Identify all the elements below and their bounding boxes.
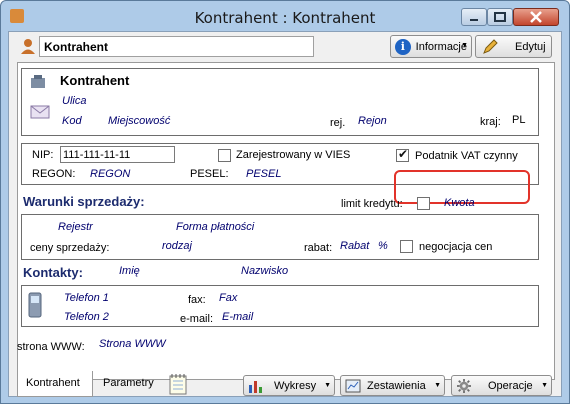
envelope-icon: [30, 105, 50, 119]
charts-button[interactable]: Wykresy ▼: [243, 375, 335, 396]
tab-kontrahent[interactable]: Kontrahent: [17, 371, 93, 397]
close-button[interactable]: [513, 8, 559, 26]
report-icon: [345, 379, 361, 392]
discount-field[interactable]: Rabat: [340, 240, 369, 252]
region-field[interactable]: Rejon: [358, 115, 387, 127]
info-button[interactable]: i Informacje ▼: [390, 35, 472, 58]
reports-button[interactable]: Zestawienia ▼: [340, 375, 445, 396]
www-field[interactable]: Strona WWW: [99, 338, 166, 350]
email-label: e-mail:: [180, 313, 214, 325]
credit-label: limit kredytu:: [341, 198, 403, 210]
www-label: strona WWW:: [17, 341, 85, 353]
credit-checkbox[interactable]: [417, 197, 430, 210]
form-client-area: Kontrahent i Informacje ▼ Edytuj Kontrah…: [8, 31, 562, 397]
edit-button[interactable]: Edytuj: [475, 35, 552, 58]
dropdown-arrow-icon: ▼: [324, 382, 331, 389]
pesel-field[interactable]: PESEL: [246, 168, 281, 180]
phone-icon: [28, 292, 42, 318]
sales-heading: Warunki sprzedaży:: [23, 194, 145, 209]
prices-label: ceny sprzedaży:: [30, 242, 110, 254]
vies-label: Zarejestrowany w VIES: [236, 149, 351, 161]
email-field[interactable]: E-mail: [222, 311, 253, 323]
street-field[interactable]: Ulica: [62, 95, 86, 107]
tab-parametry[interactable]: Parametry: [95, 371, 165, 397]
minimize-button[interactable]: [461, 8, 487, 26]
reports-button-label: Zestawienia: [367, 379, 426, 392]
phone2-field[interactable]: Telefon 2: [64, 311, 109, 323]
charts-button-label: Wykresy: [274, 379, 317, 392]
contacts-heading: Kontakty:: [23, 265, 83, 280]
info-button-label: Informacje: [415, 40, 467, 53]
pesel-label: PESEL:: [190, 168, 229, 180]
fax-field[interactable]: Fax: [219, 292, 237, 304]
country-field[interactable]: PL: [512, 114, 525, 126]
register-field[interactable]: Rejestr: [58, 221, 93, 233]
dropdown-arrow-icon: ▼: [434, 382, 441, 389]
phone1-field[interactable]: Telefon 1: [64, 292, 109, 304]
percent-sign: %: [378, 240, 388, 252]
notepad-icon[interactable]: [169, 373, 187, 395]
payment-field[interactable]: Forma płatności: [176, 221, 254, 233]
dropdown-arrow-icon: ▼: [461, 42, 468, 49]
operations-button[interactable]: Operacje ▼: [451, 375, 552, 396]
info-icon: i: [395, 38, 411, 55]
sales-box: Rejestr Forma płatności ceny sprzedaży: …: [21, 214, 539, 260]
discount-label: rabat:: [304, 242, 333, 254]
person-icon: [21, 39, 35, 54]
name-field[interactable]: Kontrahent: [39, 36, 314, 57]
credit-field[interactable]: Kwota: [444, 197, 475, 209]
negotiation-checkbox[interactable]: [400, 240, 413, 253]
maximize-button[interactable]: [487, 8, 513, 26]
address-box: Kontrahent Ulica Kod Miejscowość rej. Re…: [21, 68, 539, 136]
prices-field[interactable]: rodzaj: [162, 240, 192, 252]
close-icon: [530, 11, 542, 23]
vat-checkbox[interactable]: [396, 147, 409, 162]
first-name-field[interactable]: Imię: [119, 265, 140, 277]
maximize-icon: [494, 12, 506, 22]
edit-button-label: Edytuj: [515, 40, 546, 53]
regon-label: REGON:: [32, 168, 76, 180]
building-icon: [31, 75, 45, 88]
name-bar: Kontrahent: [17, 35, 317, 57]
nip-field[interactable]: 111-111-11-11: [60, 146, 175, 163]
minimize-icon: [470, 19, 478, 21]
last-name-field[interactable]: Nazwisko: [241, 265, 288, 277]
regon-field[interactable]: REGON: [90, 168, 130, 180]
vat-label: Podatnik VAT czynny: [415, 150, 518, 162]
title-bar[interactable]: Kontrahent : Kontrahent: [1, 1, 569, 31]
country-label: kraj:: [480, 116, 501, 128]
bar-chart-icon: [249, 380, 262, 393]
contacts-box: Telefon 1 Telefon 2 fax: Fax e-mail: E-m…: [21, 285, 539, 327]
fax-label: fax:: [188, 294, 206, 306]
vies-checkbox[interactable]: [218, 149, 231, 162]
city-field[interactable]: Miejscowość: [108, 115, 170, 127]
postal-code-field[interactable]: Kod: [62, 115, 82, 127]
address-heading: Kontrahent: [60, 73, 130, 88]
nip-label: NIP:: [32, 149, 54, 161]
app-window: Kontrahent : Kontrahent Kontrahent i Inf…: [0, 0, 570, 404]
operations-button-label: Operacje: [488, 379, 533, 392]
dropdown-arrow-icon: ▼: [541, 382, 548, 389]
gear-icon: [457, 378, 471, 393]
region-label: rej.: [330, 117, 346, 129]
negotiation-label: negocjacja cen: [419, 241, 493, 253]
pencil-icon: [483, 38, 498, 54]
